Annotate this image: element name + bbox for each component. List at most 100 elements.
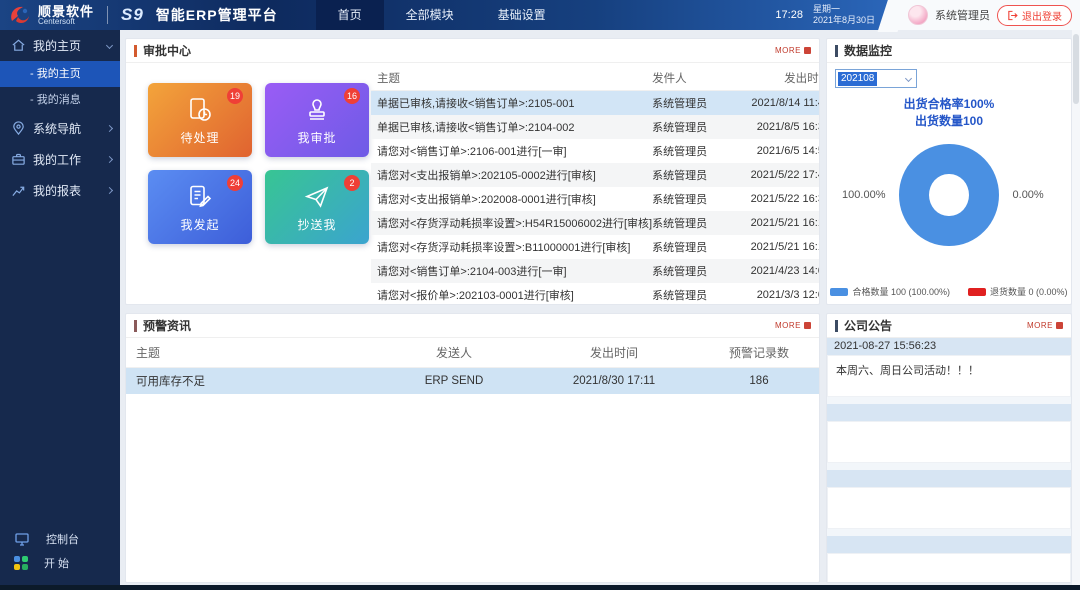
sidebar-subitem-my-messages[interactable]: 我的消息 — [0, 87, 120, 113]
sidebar-item-my-work[interactable]: 我的工作 — [0, 144, 120, 175]
product-logo: S9 — [121, 5, 144, 25]
announcement-item[interactable] — [827, 536, 1071, 583]
cc-badge: 2 — [344, 175, 360, 191]
approval-row[interactable]: 请您对<销售订单>:2106-001进行[一审]系统管理员2021/6/5 14… — [371, 139, 820, 163]
approval-subject: 请您对<销售订单>:2104-003进行[一审] — [371, 263, 652, 279]
period-value: 202108 — [838, 72, 877, 86]
sidebar-item-my-home[interactable]: 我的主页 — [0, 30, 120, 61]
announcement-body — [827, 421, 1071, 463]
approval-subject: 单据已审核,请接收<销售订单>:2104-002 — [371, 119, 652, 135]
legend-text: 合格数量 100 (100.00%) — [852, 285, 950, 298]
avatar[interactable] — [908, 5, 928, 25]
alert-row[interactable]: 可用库存不足ERP SEND2021/8/30 17:11186 — [126, 368, 819, 394]
approval-table: 主题 发件人 发出时间 单据已审核,请接收<销售订单>:2105-001系统管理… — [369, 63, 820, 305]
company-logo-icon — [8, 3, 32, 27]
sidebar-subitem-my-home[interactable]: 我的主页 — [0, 61, 120, 87]
donut-ring — [899, 144, 998, 246]
announcement-title: 公司公告 — [844, 317, 1027, 334]
tile-label: 我发起 — [180, 216, 219, 233]
announcement-date — [827, 536, 1071, 553]
tile-pending[interactable]: 19 待处理 — [148, 83, 252, 157]
approval-sender: 系统管理员 — [652, 287, 736, 303]
approval-row[interactable]: 单据已审核,请接收<销售订单>:2104-002系统管理员2021/8/5 16… — [371, 115, 820, 139]
nav-tab-basic-settings[interactable]: 基础设置 — [476, 0, 568, 30]
logout-icon — [1007, 10, 1018, 21]
start-button[interactable]: 开 始 — [0, 551, 120, 575]
weekday: 星期一 — [813, 4, 875, 15]
tile-cc-to-me[interactable]: 2 抄送我 — [265, 170, 369, 244]
approval-tiles: 19 待处理 16 我审批 24 — [126, 63, 369, 305]
legend-swatch — [968, 288, 986, 296]
approval-subject: 请您对<报价单>:202103-0001进行[审核] — [371, 287, 652, 303]
announcement-more-button[interactable]: MORE — [1027, 321, 1063, 330]
announcement-item[interactable]: 2021-08-27 15:56:23本周六、周日公司活动！！！ — [827, 338, 1071, 397]
approval-row[interactable]: 请您对<销售订单>:2104-003进行[一审]系统管理员2021/4/23 1… — [371, 259, 820, 283]
chevron-right-icon — [106, 125, 113, 132]
approval-row[interactable]: 请您对<存货浮动耗损率设置>:H54R15006002进行[审核]系统管理员20… — [371, 211, 820, 235]
home-icon — [11, 38, 26, 53]
period-select[interactable]: 202108 — [835, 69, 917, 88]
approval-time: 2021/5/22 17:41 — [736, 169, 820, 181]
date: 2021年8月30日 — [813, 15, 875, 26]
clock: 17:28 — [775, 9, 803, 21]
alert-info-panel: 预警资讯 MORE 主题 发送人 发出时间 预警记录数 可用库存不足ERP SE… — [125, 313, 820, 583]
console-button[interactable]: 控制台 — [0, 527, 120, 551]
approval-sender: 系统管理员 — [652, 191, 736, 207]
announcement-item[interactable] — [827, 470, 1071, 529]
approval-subject: 请您对<支出报销单>:202008-0001进行[审核] — [371, 191, 652, 207]
logout-button[interactable]: 退出登录 — [997, 5, 1072, 26]
nav-tab-all-modules[interactable]: 全部模块 — [384, 0, 476, 30]
approval-time: 2021/3/3 12:00 — [736, 289, 820, 301]
approval-table-header: 主题 发件人 发出时间 — [371, 65, 820, 91]
paper-plane-icon — [303, 182, 331, 212]
approval-row[interactable]: 请您对<存货浮动耗损率设置>:B11000001进行[审核]系统管理员2021/… — [371, 235, 820, 259]
more-label: MORE — [775, 321, 801, 330]
tile-my-approvals[interactable]: 16 我审批 — [265, 83, 369, 157]
approval-sender: 系统管理员 — [652, 119, 736, 135]
col-time: 发出时间 — [529, 344, 699, 361]
approval-row[interactable]: 请您对<支出报销单>:202008-0001进行[审核]系统管理员2021/5/… — [371, 187, 820, 211]
approval-row[interactable]: 请您对<支出报销单>:202105-0002进行[审核]系统管理员2021/5/… — [371, 163, 820, 187]
page-scrollbar[interactable] — [1072, 30, 1080, 585]
app-header: 顺景软件 Centersoft S9 智能ERP管理平台 首页 全部模块 基础设… — [0, 0, 1080, 30]
tile-label: 我审批 — [297, 129, 336, 146]
start-label: 开 始 — [44, 555, 69, 571]
panel-accent-bar — [835, 45, 838, 57]
chevron-down-icon — [905, 75, 912, 82]
approval-time: 2021/6/5 14:58 — [736, 145, 820, 157]
alert-subject: 可用库存不足 — [126, 373, 379, 389]
legend-item: 退货数量 0 (0.00%) — [968, 285, 1068, 298]
sidebar-item-my-reports[interactable]: 我的报表 — [0, 175, 120, 206]
my-approvals-badge: 16 — [344, 88, 360, 104]
approval-table-body: 单据已审核,请接收<销售订单>:2105-001系统管理员2021/8/14 1… — [371, 91, 820, 305]
brand-subtitle: Centersoft — [38, 18, 94, 26]
approval-time: 2021/8/5 16:38 — [736, 121, 820, 133]
approval-time: 2021/4/23 14:06 — [736, 265, 820, 277]
approval-more-button[interactable]: MORE — [775, 46, 811, 55]
announcement-item[interactable] — [827, 404, 1071, 463]
panel-accent-bar — [835, 320, 838, 332]
alert-info-title: 预警资讯 — [143, 317, 775, 334]
chevron-right-icon — [106, 187, 113, 194]
sidebar: 我的主页 我的主页 我的消息 系统导航 我的工作 我的报表 控制台 开 始 — [0, 30, 120, 585]
initiated-badge: 24 — [227, 175, 243, 191]
chart-legend: 合格数量 100 (100.00%) 退货数量 0 (0.00%) — [827, 285, 1071, 298]
announcement-date: 2021-08-27 15:56:23 — [827, 338, 1071, 355]
approval-row[interactable]: 单据已审核,请接收<销售订单>:2105-001系统管理员2021/8/14 1… — [371, 91, 820, 115]
sidebar-item-system-nav[interactable]: 系统导航 — [0, 113, 120, 144]
chevron-down-icon — [106, 42, 113, 49]
col-sender: 发件人 — [652, 70, 736, 86]
approval-sender: 系统管理员 — [652, 95, 736, 111]
pass-rate-text: 出货合格率100% — [835, 96, 1063, 113]
tile-initiated-by-me[interactable]: 24 我发起 — [148, 170, 252, 244]
approval-subject: 请您对<支出报销单>:202105-0002进行[审核] — [371, 167, 652, 183]
right-percent-label: 0.00% — [1013, 189, 1063, 201]
nav-tab-home[interactable]: 首页 — [316, 0, 384, 30]
col-record-count: 预警记录数 — [699, 344, 819, 361]
briefcase-icon — [11, 152, 26, 167]
header-user-area: 系统管理员 退出登录 — [892, 0, 1080, 30]
approval-row[interactable]: 请您对<报价单>:202103-0001进行[审核]系统管理员2021/3/3 … — [371, 283, 820, 305]
alert-more-button[interactable]: MORE — [775, 321, 811, 330]
pending-badge: 19 — [227, 88, 243, 104]
logout-label: 退出登录 — [1022, 8, 1062, 23]
